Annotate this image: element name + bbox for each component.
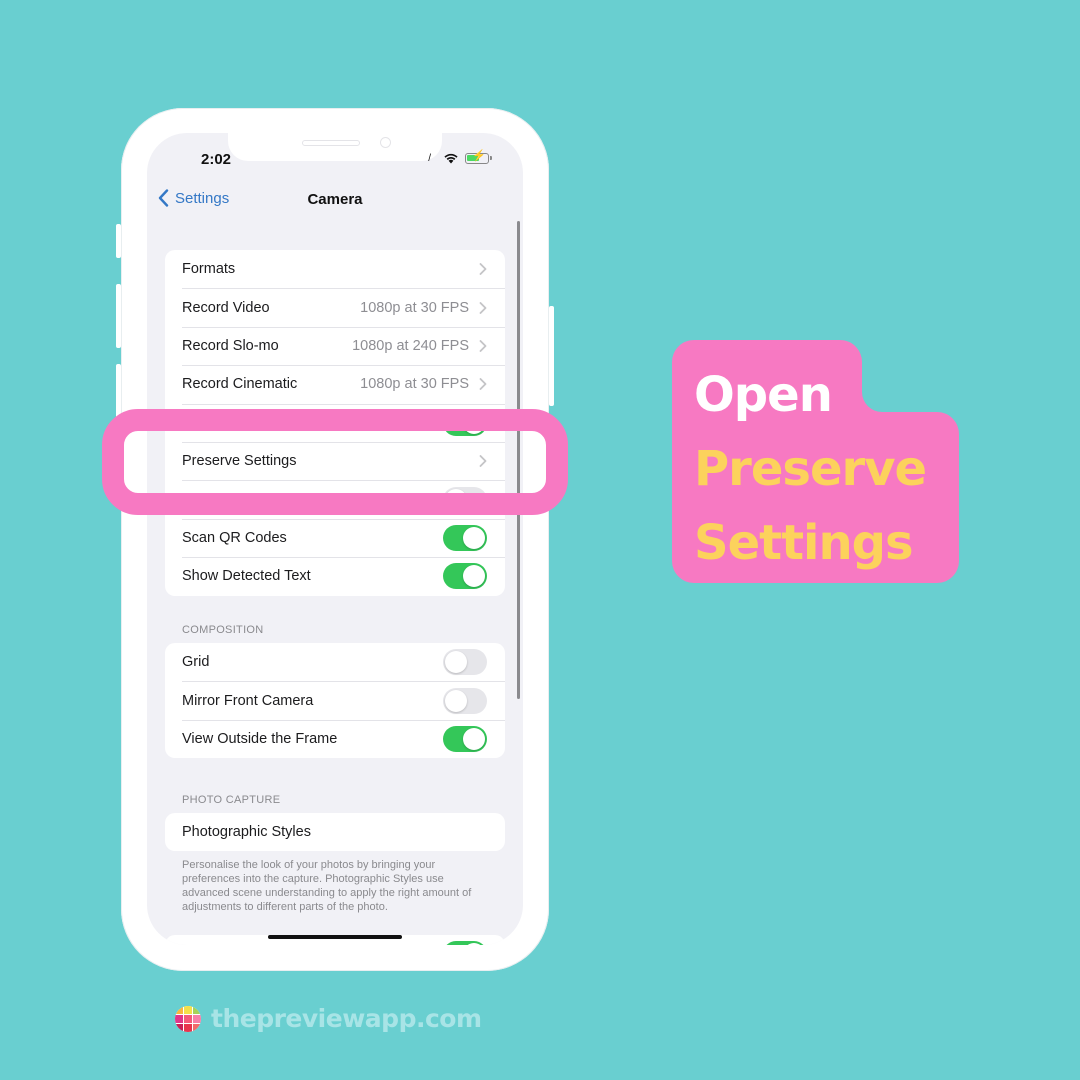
callout-line-preserve: Preserve: [694, 441, 927, 497]
photographic-styles-link[interactable]: Photographic Styles: [182, 824, 487, 840]
speaker-grille: [302, 140, 360, 146]
composition-group: Grid Mirror Front Camera View Outside the …: [165, 643, 505, 759]
brand-footer: thepreviewapp.com: [175, 1004, 482, 1033]
row-mirror-front-camera[interactable]: Mirror Front Camera: [165, 681, 505, 719]
photographic-styles-row[interactable]: Photographic Styles: [165, 813, 505, 851]
phone-screen: 2:02 / ⚡ Settings Camera Formats Record V…: [147, 133, 523, 945]
row-label: Scan QR Codes: [182, 529, 287, 546]
section-header-photo-capture: PHOTO CAPTURE: [182, 794, 281, 806]
status-time: 2:02: [201, 151, 232, 168]
callout-text: Open Preserve Settings: [694, 358, 927, 580]
row-formats[interactable]: Formats: [165, 250, 505, 288]
front-camera: [380, 137, 391, 148]
row-value: 1080p at 30 FPS: [360, 299, 469, 316]
row-label: Formats: [182, 261, 236, 278]
volume-up-button: [116, 284, 121, 348]
battery-icon: ⚡: [465, 149, 492, 164]
row-view-outside-the-frame[interactable]: View Outside the Frame: [165, 719, 505, 758]
toggle-switch[interactable]: [443, 941, 487, 945]
row-label: Mirror Front Camera: [182, 692, 314, 709]
photo-capture-group: Photographic Styles: [165, 813, 505, 852]
chevron-right-icon: [479, 378, 487, 391]
row-value: 1080p at 30 FPS: [360, 376, 469, 393]
wifi-icon: [444, 153, 458, 164]
row-record-cinematic[interactable]: Record Cinematic 1080p at 30 FPS: [165, 365, 505, 403]
row-label: Record Slo-mo: [182, 337, 279, 354]
charging-bolt-icon: ⚡: [472, 149, 486, 162]
row-record-video[interactable]: Record Video 1080p at 30 FPS: [165, 288, 505, 326]
row-show-detected-text[interactable]: Show Detected Text: [165, 557, 505, 595]
toggle-switch[interactable]: [443, 563, 487, 590]
row-label: Grid: [182, 654, 210, 671]
row-value: 1080p at 240 FPS: [352, 337, 469, 354]
home-indicator[interactable]: [268, 935, 402, 939]
toggle-switch[interactable]: [443, 524, 487, 551]
location-icon: /: [428, 152, 431, 164]
photographic-styles-footnote: Personalise the look of your photos by b…: [182, 859, 472, 913]
chevron-right-icon: [479, 340, 487, 352]
row-label: Record Cinematic: [182, 376, 298, 393]
row-label: View Outside the Frame: [182, 730, 338, 747]
power-button: [549, 306, 554, 406]
row-grid[interactable]: Grid: [165, 643, 505, 681]
chevron-right-icon: [479, 263, 487, 276]
status-icons: / ⚡: [428, 149, 492, 164]
toggle-switch[interactable]: [443, 649, 487, 676]
brand-logo-icon: [175, 1005, 201, 1032]
toggle-switch[interactable]: [443, 725, 487, 752]
section-header-composition: COMPOSITION: [182, 624, 264, 636]
chevron-right-icon: [479, 301, 487, 314]
row-label: Show Detected Text: [182, 568, 311, 585]
page-title: Camera: [307, 191, 363, 208]
mute-switch: [116, 224, 121, 258]
brand-url[interactable]: thepreviewapp.com: [211, 1004, 482, 1033]
notch: [228, 133, 442, 161]
navigation-bar: Settings Camera: [147, 189, 523, 213]
row-scan-qr-codes[interactable]: Scan QR Codes: [165, 518, 505, 557]
toggle-switch[interactable]: [443, 687, 487, 714]
callout-line-open: Open: [694, 367, 833, 423]
highlight-box: [102, 409, 568, 515]
row-record-slo-mo[interactable]: Record Slo-mo 1080p at 240 FPS: [165, 326, 505, 365]
callout-line-settings: Settings: [694, 515, 914, 571]
row-label: Record Video: [182, 299, 270, 316]
